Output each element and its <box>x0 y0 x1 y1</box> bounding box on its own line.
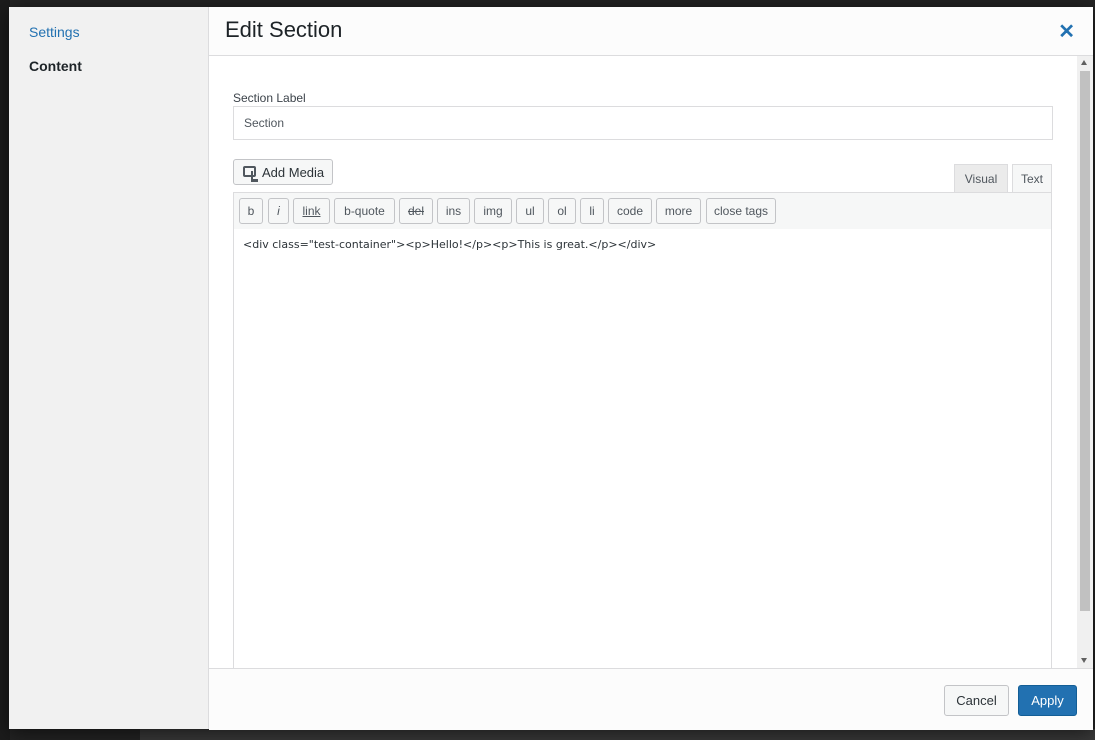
backdrop-bottom-strip <box>140 729 1095 740</box>
page-title: Edit Section <box>225 17 343 42</box>
quicktag-del[interactable]: del <box>399 198 433 224</box>
edit-section-modal: Settings Content Edit Section ✕ Section … <box>9 7 1093 730</box>
add-media-button[interactable]: Add Media <box>233 159 334 185</box>
quicktag-b[interactable]: b <box>239 198 263 224</box>
cancel-button[interactable]: Cancel <box>944 685 1009 716</box>
quicktag-i[interactable]: i <box>268 198 289 224</box>
apply-button[interactable]: Apply <box>1018 685 1077 716</box>
quicktag-b-quote[interactable]: b-quote <box>334 198 395 224</box>
modal-main: Edit Section ✕ Section Label Add Media V… <box>209 7 1093 730</box>
modal-body: Section Label Add Media Visual Text b i … <box>209 56 1077 668</box>
tab-text[interactable]: Text <box>1012 164 1052 193</box>
quicktag-li[interactable]: li <box>580 198 604 224</box>
quicktag-ol[interactable]: ol <box>548 198 576 224</box>
add-media-icon <box>242 164 258 182</box>
sidebar-item-settings[interactable]: Settings <box>29 24 80 40</box>
close-icon[interactable]: ✕ <box>1058 19 1075 44</box>
quicktag-more[interactable]: more <box>656 198 701 224</box>
modal-sidebar: Settings Content <box>9 7 209 729</box>
section-label-input[interactable] <box>233 106 1053 140</box>
quicktag-close-tags[interactable]: close tags <box>706 198 776 224</box>
quicktag-ins[interactable]: ins <box>437 198 470 224</box>
scroll-down-arrow-icon[interactable] <box>1081 658 1087 663</box>
modal-footer: Cancel Apply <box>209 668 1093 730</box>
tab-visual[interactable]: Visual <box>954 164 1008 193</box>
quicktag-link[interactable]: link <box>293 198 330 224</box>
quicktag-img[interactable]: img <box>474 198 512 224</box>
modal-scrollbar[interactable] <box>1077 56 1093 668</box>
quicktag-ul[interactable]: ul <box>516 198 544 224</box>
quicktags-toolbar: b i link b-quote del ins img ul ol li co… <box>233 192 1052 230</box>
add-media-label: Add Media <box>262 164 325 180</box>
quicktag-code[interactable]: code <box>608 198 652 224</box>
scrollbar-thumb[interactable] <box>1080 71 1090 611</box>
scroll-up-arrow-icon[interactable] <box>1081 60 1087 65</box>
modal-header: Edit Section ✕ <box>209 7 1093 56</box>
sidebar-item-content[interactable]: Content <box>29 58 82 74</box>
section-label-heading: Section Label <box>233 91 306 105</box>
text-editor-textarea[interactable]: <div class="test-container"><p>Hello!</p… <box>233 229 1052 668</box>
